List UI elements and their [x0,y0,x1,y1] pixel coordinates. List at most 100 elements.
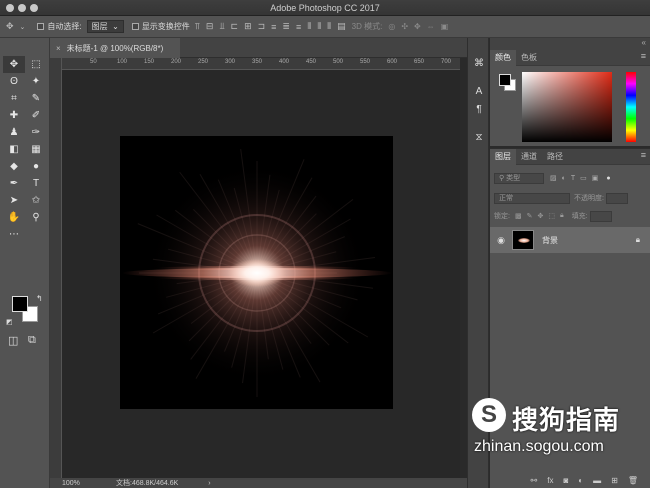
distribute-right-icon[interactable]: ⦀ [327,21,331,32]
tab-color[interactable]: 颜色 [490,49,516,66]
layer-style-icon[interactable]: fx [547,476,553,485]
distribute-top-icon[interactable]: ≡ [271,22,276,32]
filter-type-icon[interactable]: T [571,175,575,182]
zoom-level[interactable]: 100% [62,480,102,487]
pen-tool-icon[interactable]: ✒ [3,175,25,192]
tab-channels[interactable]: 通道 [516,149,542,165]
crop-tool-icon[interactable]: ⌗ [3,90,25,107]
foreground-color-swatch[interactable] [12,296,28,312]
visibility-eye-icon[interactable]: ◉ [490,235,512,246]
filter-pixel-icon[interactable]: ▨ [550,174,557,182]
lock-transparent-icon[interactable]: ▩ [515,212,522,220]
new-layer-icon[interactable]: ⊞ [611,476,618,485]
move-tool-icon[interactable]: ✥ [3,56,25,73]
opacity-input[interactable] [605,192,628,204]
move-tool-icon[interactable]: ✥ [6,21,14,32]
filter-shape-icon[interactable]: ▭ [580,174,587,182]
slide-3d-icon[interactable]: ⇔ [427,22,435,31]
title-bar: Adobe Photoshop CC 2017 [0,0,650,16]
document-tab[interactable]: × 未标题-1 @ 100%(RGB/8*) [50,38,180,58]
fill-input[interactable] [589,210,612,222]
paragraph-icon[interactable]: ¶ [473,104,485,116]
align-top-icon[interactable]: ⫪ [195,21,200,32]
lock-image-icon[interactable]: ✎ [527,212,533,220]
ruler-tick-label: 400 [279,59,290,65]
filter-smart-object-icon[interactable]: ▣ [592,174,599,182]
tab-paths[interactable]: 路径 [542,149,568,165]
document-tab-bar: × 未标题-1 @ 100%(RGB/8*) [50,38,467,58]
clone-stamp-tool-icon[interactable]: ♟ [3,124,25,141]
screen-mode-icon[interactable]: ⧉ [28,334,36,347]
blur-tool-icon[interactable]: ◆ [3,158,25,175]
roll-3d-icon[interactable]: ✣ [401,22,408,31]
swap-colors-icon[interactable]: ↰ [36,294,43,303]
character-icon[interactable]: A [473,86,485,98]
hand-tool-icon[interactable]: ✋ [3,209,25,226]
distribute-hcenter-icon[interactable]: ⦀ [317,21,321,32]
align-left-icon[interactable]: ⊏ [231,21,239,32]
eraser-tool-icon[interactable]: ◧ [3,141,25,158]
quick-mask-icon[interactable]: ◫ [8,334,18,347]
blend-mode-dropdown[interactable]: 正常 [494,192,570,204]
tool-preset-dropdown-icon[interactable]: ⌄ [20,23,26,31]
auto-select-dropdown[interactable]: 图层 ⌄ [86,20,124,33]
path-selection-tool-icon[interactable]: ➤ [3,192,25,209]
new-group-icon[interactable]: ▬ [593,476,601,485]
hue-slider[interactable] [626,72,636,142]
libraries-icon[interactable]: ⌘ [473,58,485,70]
layer-row-background[interactable]: ◉ 背景 🔒︎ [490,227,650,253]
layer-kind-value: 类型 [506,175,521,182]
foreground-color-swatch[interactable] [499,74,511,86]
panel-menu-icon[interactable]: ≡ [641,51,646,61]
vertical-ruler[interactable] [50,58,62,478]
link-layers-icon[interactable]: ⚯ [531,476,538,485]
status-menu-arrow[interactable]: › [208,480,210,487]
shape-tool-icon[interactable]: ✩ [25,192,47,209]
healing-brush-tool-icon[interactable]: ✚ [3,107,25,124]
add-mask-icon[interactable]: ◙ [563,476,568,485]
filter-toggle-icon[interactable]: ● [606,175,610,182]
auto-align-icon[interactable]: ▤ [337,21,346,32]
marquee-tool-icon[interactable]: ⬚ [25,56,47,73]
distribute-vcenter-icon[interactable]: ≣ [282,21,290,32]
auto-select-checkbox[interactable] [37,23,45,30]
lock-position-icon[interactable]: ✥ [537,212,543,220]
default-colors-icon[interactable]: ◩ [6,318,13,326]
history-brush-tool-icon[interactable]: ✑ [25,124,47,141]
horizontal-ruler[interactable]: 50 100 150 200 250 300 350 400 450 500 550 600 650 70… [62,58,478,70]
eyedropper-tool-icon[interactable]: ✎ [25,90,47,107]
distribute-bottom-icon[interactable]: ≡ [296,22,301,32]
scale-3d-icon[interactable]: ▣ [441,22,449,31]
delete-layer-icon[interactable]: 🗑︎ [628,476,638,485]
gradient-tool-icon[interactable]: ▦ [25,141,47,158]
layer-kind-filter[interactable]: ⚲ 类型 [494,172,544,184]
type-tool-icon[interactable]: T [25,175,47,192]
distribute-left-icon[interactable]: ⦀ [307,21,311,32]
document-size: 文档:468.8K/464.6K [116,480,179,487]
zoom-tool-icon[interactable]: ⚲ [25,209,47,226]
align-bottom-icon[interactable]: ⫫ [219,21,224,32]
tab-layers[interactable]: 图层 [490,148,516,165]
filter-adjustment-icon[interactable]: ◐ [562,175,566,182]
align-vcenter-icon[interactable]: ⊟ [206,21,214,32]
properties-icon[interactable]: ⧖ [473,132,485,144]
close-tab-icon[interactable]: × [56,44,61,53]
edit-toolbar-icon[interactable]: ⋯ [3,226,25,243]
lock-artboard-icon[interactable]: ⬚ [548,212,555,220]
brush-tool-icon[interactable]: ✐ [25,107,47,124]
magic-wand-tool-icon[interactable]: ✦ [25,73,47,90]
document-canvas[interactable] [120,136,393,409]
tab-swatches[interactable]: 色板 [516,50,542,66]
drag-3d-icon[interactable]: ✥ [414,22,421,31]
align-hcenter-icon[interactable]: ⊞ [244,21,252,32]
show-transform-checkbox[interactable] [131,23,139,30]
lasso-tool-icon[interactable]: ʘ [3,73,25,90]
collapse-panels-icon[interactable]: « [642,38,646,47]
color-picker-field[interactable] [522,72,612,142]
adjustment-layer-icon[interactable]: ◐ [578,476,583,485]
lock-all-icon[interactable]: 🔒︎ [560,212,564,220]
align-right-icon[interactable]: ⊐ [258,21,266,32]
dodge-tool-icon[interactable]: ● [25,158,47,175]
orbit-3d-icon[interactable]: ◎ [388,22,395,31]
panel-menu-icon[interactable]: ≡ [641,150,646,160]
